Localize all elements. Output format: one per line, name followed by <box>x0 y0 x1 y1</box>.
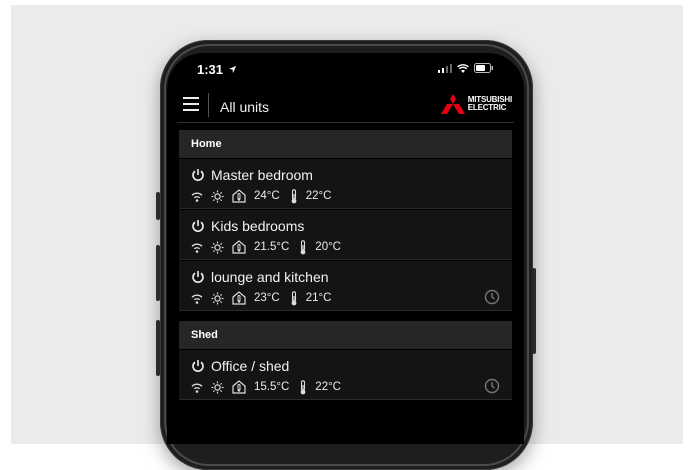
house-thermometer-icon <box>232 291 246 305</box>
room-temperature: 24°C <box>254 190 280 202</box>
header-divider-line <box>177 122 514 123</box>
unit-name: Office / shed <box>211 358 290 374</box>
house-thermometer-icon <box>232 189 246 203</box>
wifi-status-icon <box>457 63 469 73</box>
status-icons <box>438 63 494 73</box>
clock-icon[interactable] <box>484 289 500 305</box>
unit-name: Kids bedrooms <box>211 218 305 234</box>
app-screen: 1:31 All units MITSUBISHI ELECTRIC Home … <box>167 53 524 444</box>
sun-icon <box>211 241 224 253</box>
mitsubishi-logo: MITSUBISHI ELECTRIC <box>440 94 512 114</box>
power-icon[interactable] <box>191 219 205 233</box>
unit-row-lounge-and-kitchen[interactable]: lounge and kitchen 23°C 21°C <box>179 261 512 311</box>
room-temperature: 15.5°C <box>254 381 290 393</box>
side-button <box>156 245 160 301</box>
page-title: All units <box>220 99 270 115</box>
brand-line2: ELECTRIC <box>467 103 507 112</box>
sun-icon <box>211 190 224 202</box>
group-header-home: Home <box>179 130 512 158</box>
wifi-icon <box>191 383 203 393</box>
thermometer-icon <box>291 290 297 305</box>
power-icon[interactable] <box>191 168 205 182</box>
sun-icon <box>211 292 224 304</box>
set-temperature: 21°C <box>305 292 332 304</box>
house-thermometer-icon <box>232 380 246 394</box>
set-temperature: 20°C <box>315 241 341 253</box>
side-button <box>532 268 536 354</box>
sun-icon <box>211 381 224 393</box>
three-diamonds-icon <box>440 94 465 114</box>
set-temperature: 22°C <box>305 190 332 202</box>
status-time: 1:31 <box>197 62 237 77</box>
location-arrow-icon <box>228 65 236 74</box>
unit-row-master-bedroom[interactable]: Master bedroom 24°C 22°C <box>179 159 512 209</box>
header-divider <box>208 93 209 117</box>
side-button <box>156 320 160 376</box>
side-button <box>156 192 160 220</box>
wifi-icon <box>191 243 203 253</box>
signal-icon <box>438 63 452 73</box>
power-icon[interactable] <box>191 270 205 284</box>
group-header-shed: Shed <box>179 321 512 349</box>
set-temperature: 22°C <box>315 381 341 393</box>
unit-row-kids-bedrooms[interactable]: Kids bedrooms 21.5°C 20°C <box>179 210 512 260</box>
room-temperature: 21.5°C <box>254 241 290 253</box>
power-icon[interactable] <box>191 359 205 373</box>
thermometer-icon <box>300 379 306 394</box>
wifi-icon <box>191 294 203 304</box>
unit-name: Master bedroom <box>211 167 313 183</box>
thermometer-icon <box>291 188 297 203</box>
battery-icon <box>474 63 493 73</box>
room-temperature: 23°C <box>254 292 280 304</box>
house-thermometer-icon <box>232 240 246 254</box>
unit-name: lounge and kitchen <box>211 269 329 285</box>
menu-icon[interactable] <box>183 97 199 111</box>
wifi-icon <box>191 192 203 202</box>
clock-icon[interactable] <box>484 378 500 394</box>
thermometer-icon <box>300 239 306 254</box>
unit-row-office-shed[interactable]: Office / shed 15.5°C 22°C <box>179 350 512 400</box>
